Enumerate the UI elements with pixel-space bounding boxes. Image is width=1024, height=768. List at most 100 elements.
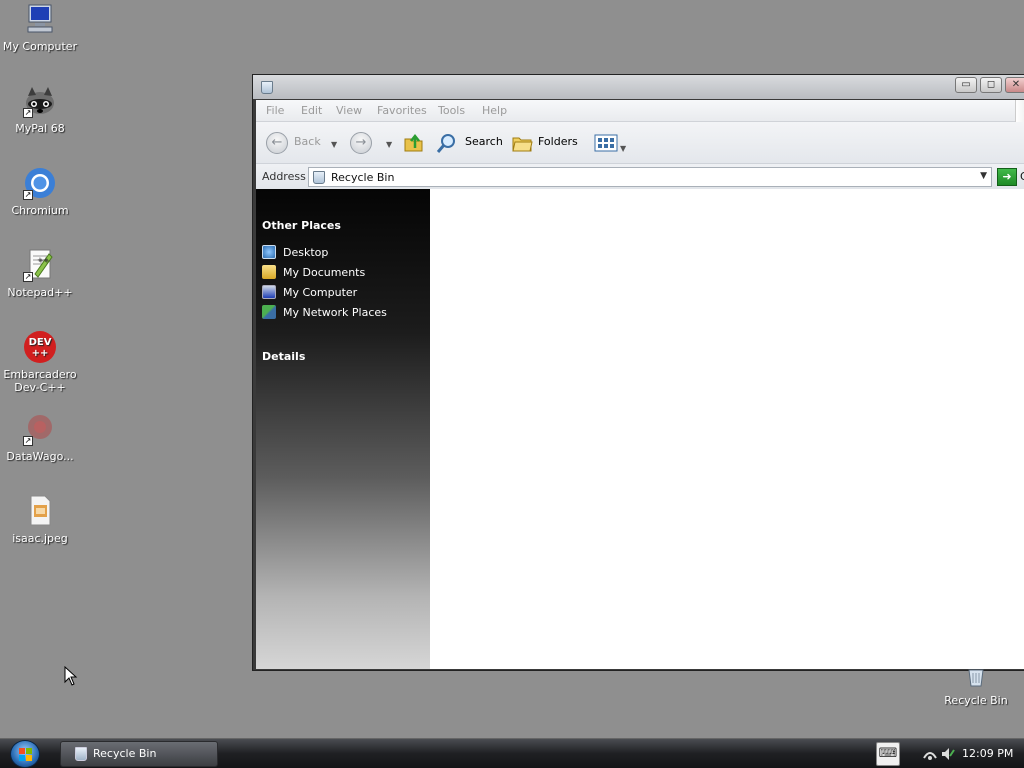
recycle-bin-icon	[261, 81, 273, 94]
search-label: Search	[465, 135, 503, 148]
taskbar: Recycle Bin ⌨ 12:09 PM	[0, 738, 1024, 768]
desktop-icon-notepad-plus-plus[interactable]: ++ ↗ Notepad++	[0, 248, 80, 299]
desktop-icon-label: Recycle Bin	[944, 694, 1008, 707]
menu-help[interactable]: Help	[482, 104, 507, 117]
sidebar-item-my-network-places[interactable]: My Network Places	[262, 305, 387, 321]
back-dropdown-icon[interactable]: ▼	[331, 140, 337, 149]
details-heading[interactable]: Details	[262, 350, 305, 363]
shortcut-arrow-icon: ↗	[23, 108, 33, 118]
windows-logo-icon	[19, 748, 32, 761]
views-icon	[594, 134, 618, 152]
svg-text:++: ++	[32, 348, 49, 359]
sidebar-item-label: My Documents	[283, 266, 366, 279]
search-button[interactable]: Search	[436, 132, 504, 154]
recycle-bin-icon	[968, 669, 984, 687]
up-folder-icon	[404, 133, 423, 152]
network-tray-icon[interactable]	[922, 746, 938, 762]
svg-text:DEV: DEV	[29, 337, 52, 348]
network-places-icon	[262, 305, 276, 319]
go-label[interactable]: Go	[1020, 170, 1024, 183]
desktop-icon-label: MyPal 68	[15, 122, 65, 135]
menu-view[interactable]: View	[336, 104, 362, 117]
desktop-icon-label: isaac.jpeg	[12, 532, 68, 545]
mouse-cursor-icon	[64, 666, 78, 686]
chromium-icon: ↗	[23, 166, 57, 200]
shortcut-arrow-icon: ↗	[23, 190, 33, 200]
datawagon-icon: ↗	[23, 412, 57, 446]
address-bar: Address Recycle Bin ▼ ➜ Go	[256, 164, 1024, 190]
views-dropdown-icon: ▼	[620, 144, 627, 153]
volume-tray-icon[interactable]	[940, 746, 956, 762]
documents-folder-icon	[262, 265, 276, 279]
desktop-icon-label: Notepad++	[7, 286, 73, 299]
task-pane: Other Places Desktop My Documents My Com…	[256, 189, 430, 669]
shortcut-arrow-icon: ↗	[23, 272, 33, 282]
desktop-icon-label: Embarcadero Dev-C++	[3, 368, 77, 394]
desktop-icon-datawagon[interactable]: ↗ DataWago...	[0, 412, 80, 463]
svg-text:++: ++	[37, 256, 49, 264]
folders-button[interactable]: Folders	[511, 132, 581, 154]
go-arrow-icon: ➜	[1002, 170, 1012, 183]
start-button[interactable]	[10, 740, 40, 768]
folders-label: Folders	[538, 135, 578, 148]
address-input[interactable]: Recycle Bin ▼	[308, 167, 992, 187]
up-folder-button[interactable]	[403, 132, 425, 154]
recycle-bin-icon	[75, 747, 87, 761]
shortcut-arrow-icon: ↗	[23, 436, 33, 446]
menu-bar: File Edit View Favorites Tools Help	[256, 100, 1024, 122]
search-icon	[436, 134, 455, 153]
maximize-button[interactable]: ◻	[980, 77, 1002, 93]
menu-tools[interactable]: Tools	[438, 104, 465, 117]
address-dropdown-icon[interactable]: ▼	[980, 171, 987, 181]
menu-file[interactable]: File	[266, 104, 284, 117]
desktop-icon-my-computer[interactable]: My Computer	[0, 2, 80, 53]
back-arrow-icon: ←	[266, 132, 288, 154]
desktop-icon-label: My Computer	[2, 40, 78, 53]
raccoon-icon: ↗	[23, 84, 57, 118]
sidebar-item-label: My Computer	[283, 286, 358, 299]
menu-edit[interactable]: Edit	[301, 104, 322, 117]
taskbar-button-label: Recycle Bin	[93, 747, 157, 760]
desktop-icon-label: DataWago...	[6, 450, 74, 463]
toolbar: ← Back ▼ → ▼ Search Folders ▼	[256, 122, 1024, 164]
sidebar-item-label: Desktop	[283, 246, 329, 259]
window-titlebar[interactable]: ▭ ◻ ✕	[253, 75, 1024, 99]
desktop-icon-chromium[interactable]: ↗ Chromium	[0, 166, 80, 217]
back-button[interactable]: ← Back	[266, 132, 326, 154]
dev-cpp-icon: DEV ++	[23, 330, 57, 364]
close-button[interactable]: ✕	[1005, 77, 1024, 93]
views-button[interactable]: ▼	[594, 132, 630, 154]
image-file-icon	[23, 494, 57, 528]
desktop-icon-recycle-bin[interactable]: Recycle Bin	[940, 668, 1012, 707]
other-places-heading[interactable]: Other Places	[262, 219, 341, 232]
computer-icon	[262, 285, 276, 299]
menu-favorites[interactable]: Favorites	[377, 104, 427, 117]
desktop-icon	[262, 245, 276, 259]
recycle-bin-window[interactable]: ▭ ◻ ✕ File Edit View Favorites Tools Hel…	[252, 74, 1024, 671]
keyboard-icon[interactable]: ⌨	[876, 742, 900, 766]
desktop-icon-isaac-jpeg[interactable]: isaac.jpeg	[0, 494, 80, 545]
sidebar-item-desktop[interactable]: Desktop	[262, 245, 328, 261]
address-label: Address	[262, 170, 306, 183]
folders-icon	[512, 137, 533, 152]
sidebar-item-my-computer[interactable]: My Computer	[262, 285, 357, 301]
recycle-bin-icon	[313, 171, 325, 184]
address-value: Recycle Bin	[331, 171, 395, 184]
desktop-icon-label: Chromium	[11, 204, 69, 217]
taskbar-button-recycle-bin[interactable]: Recycle Bin	[60, 741, 218, 767]
forward-button[interactable]: →	[350, 132, 374, 154]
desktop-icon-dev-cpp[interactable]: DEV ++ Embarcadero Dev-C++	[0, 330, 80, 394]
sidebar-item-my-documents[interactable]: My Documents	[262, 265, 365, 281]
back-label: Back	[294, 135, 321, 148]
minimize-button[interactable]: ▭	[955, 77, 977, 93]
desktop-icon-mypal[interactable]: ↗ MyPal 68	[0, 84, 80, 135]
file-list-area[interactable]	[430, 189, 1024, 669]
forward-arrow-icon: →	[350, 132, 372, 154]
sidebar-item-label: My Network Places	[283, 306, 387, 319]
forward-dropdown-icon[interactable]: ▼	[386, 140, 392, 149]
taskbar-clock[interactable]: 12:09 PM	[962, 747, 1013, 760]
computer-icon	[23, 2, 57, 36]
notepad-plus-plus-icon: ++ ↗	[23, 248, 57, 282]
go-button[interactable]: ➜	[997, 168, 1017, 186]
windows-flag-icon	[1015, 100, 1024, 122]
